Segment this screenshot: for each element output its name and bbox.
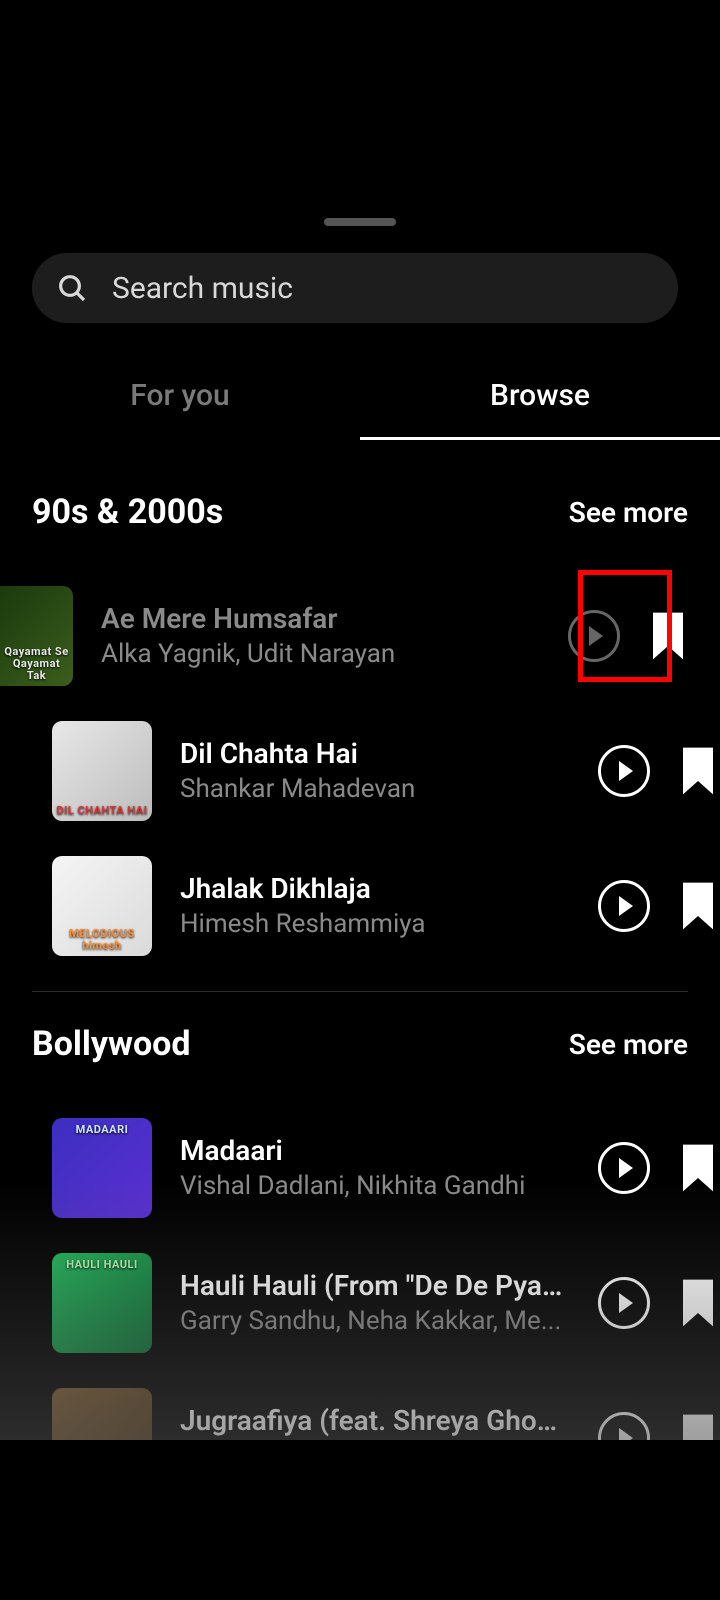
track-artist: Himesh Reshammiya (180, 909, 570, 939)
music-browse-screen: Search music For you Browse 90s & 2000s … (0, 0, 720, 1600)
section-title: Bollywood (32, 1024, 191, 1064)
track-actions (598, 1277, 688, 1329)
search-input[interactable]: Search music (32, 253, 678, 323)
track-title: Jhalak Dikhlaja (180, 872, 570, 905)
section-90s-2000s: 90s & 2000s See more Qayamat Se Qayamat … (0, 460, 720, 973)
bookmark-button[interactable] (648, 612, 688, 660)
tab-browse[interactable]: Browse (360, 350, 720, 440)
track-actions (598, 745, 688, 797)
track-title: Madaari (180, 1134, 570, 1167)
bookmark-icon (678, 1144, 718, 1192)
play-button[interactable] (598, 880, 650, 932)
track-meta: Dil Chahta Hai Shankar Mahadevan (180, 737, 570, 804)
track-list: Qayamat Se Qayamat Tak Ae Mere Humsafar … (32, 568, 688, 973)
bookmark-icon (678, 882, 718, 930)
track-meta: Ae Mere Humsafar Alka Yagnik, Udit Naray… (101, 602, 540, 669)
track-artist: Alka Yagnik, Udit Narayan (101, 639, 540, 669)
album-art: Qayamat Se Qayamat Tak (0, 586, 73, 686)
track-row[interactable]: MELODIOUS himesh Jhalak Dikhlaja Himesh … (52, 838, 688, 973)
track-row[interactable]: HAULI HAULI Hauli Hauli (From "De De Pya… (52, 1235, 688, 1370)
sheet-grabber[interactable] (324, 218, 396, 226)
bookmark-icon (678, 747, 718, 795)
track-artist: Vishal Dadlani, Nikhita Gandhi (180, 1171, 570, 1201)
section-bollywood: Bollywood See more MADAARI Madaari Visha… (0, 992, 720, 1505)
track-meta: Madaari Vishal Dadlani, Nikhita Gandhi (180, 1134, 570, 1201)
bookmark-icon (648, 612, 688, 660)
content-scroll[interactable]: 90s & 2000s See more Qayamat Se Qayamat … (0, 460, 720, 1600)
track-meta: Hauli Hauli (From "De De Pyaar... Garry … (180, 1269, 570, 1336)
see-more-link[interactable]: See more (569, 496, 688, 529)
top-spacer (0, 0, 720, 215)
play-button[interactable] (598, 1277, 650, 1329)
bottom-bar-area (0, 1440, 720, 1600)
track-title: Jugraafiya (feat. Shreya Ghosh... (180, 1404, 570, 1437)
album-art: MELODIOUS himesh (52, 856, 152, 956)
track-actions (598, 1142, 688, 1194)
tab-for-you[interactable]: For you (0, 350, 360, 440)
bookmark-button[interactable] (678, 1144, 718, 1192)
track-actions (568, 610, 688, 662)
album-art: HAULI HAULI (52, 1253, 152, 1353)
tab-bar: For you Browse (0, 350, 720, 440)
track-title: Hauli Hauli (From "De De Pyaar... (180, 1269, 570, 1302)
track-row[interactable]: Qayamat Se Qayamat Tak Ae Mere Humsafar … (0, 568, 688, 703)
track-meta: Jhalak Dikhlaja Himesh Reshammiya (180, 872, 570, 939)
album-art: MADAARI (52, 1118, 152, 1218)
bookmark-button[interactable] (678, 747, 718, 795)
section-header: 90s & 2000s See more (32, 492, 688, 532)
track-artist: Shankar Mahadevan (180, 774, 570, 804)
track-title: Ae Mere Humsafar (101, 602, 540, 635)
see-more-link[interactable]: See more (569, 1028, 688, 1061)
section-header: Bollywood See more (32, 1024, 688, 1064)
section-title: 90s & 2000s (32, 492, 223, 532)
track-row[interactable]: DIL CHAHTA HAI Dil Chahta Hai Shankar Ma… (52, 703, 688, 838)
play-button[interactable] (598, 745, 650, 797)
track-artist: Garry Sandhu, Neha Kakkar, Me... (180, 1306, 570, 1336)
bookmark-button[interactable] (678, 1279, 718, 1327)
track-row[interactable]: MADAARI Madaari Vishal Dadlani, Nikhita … (52, 1100, 688, 1235)
bookmark-button[interactable] (678, 882, 718, 930)
search-placeholder: Search music (112, 271, 293, 306)
search-icon (56, 272, 88, 304)
track-title: Dil Chahta Hai (180, 737, 570, 770)
track-actions (598, 880, 688, 932)
bookmark-icon (678, 1279, 718, 1327)
album-art: DIL CHAHTA HAI (52, 721, 152, 821)
play-button[interactable] (568, 610, 620, 662)
play-button[interactable] (598, 1142, 650, 1194)
